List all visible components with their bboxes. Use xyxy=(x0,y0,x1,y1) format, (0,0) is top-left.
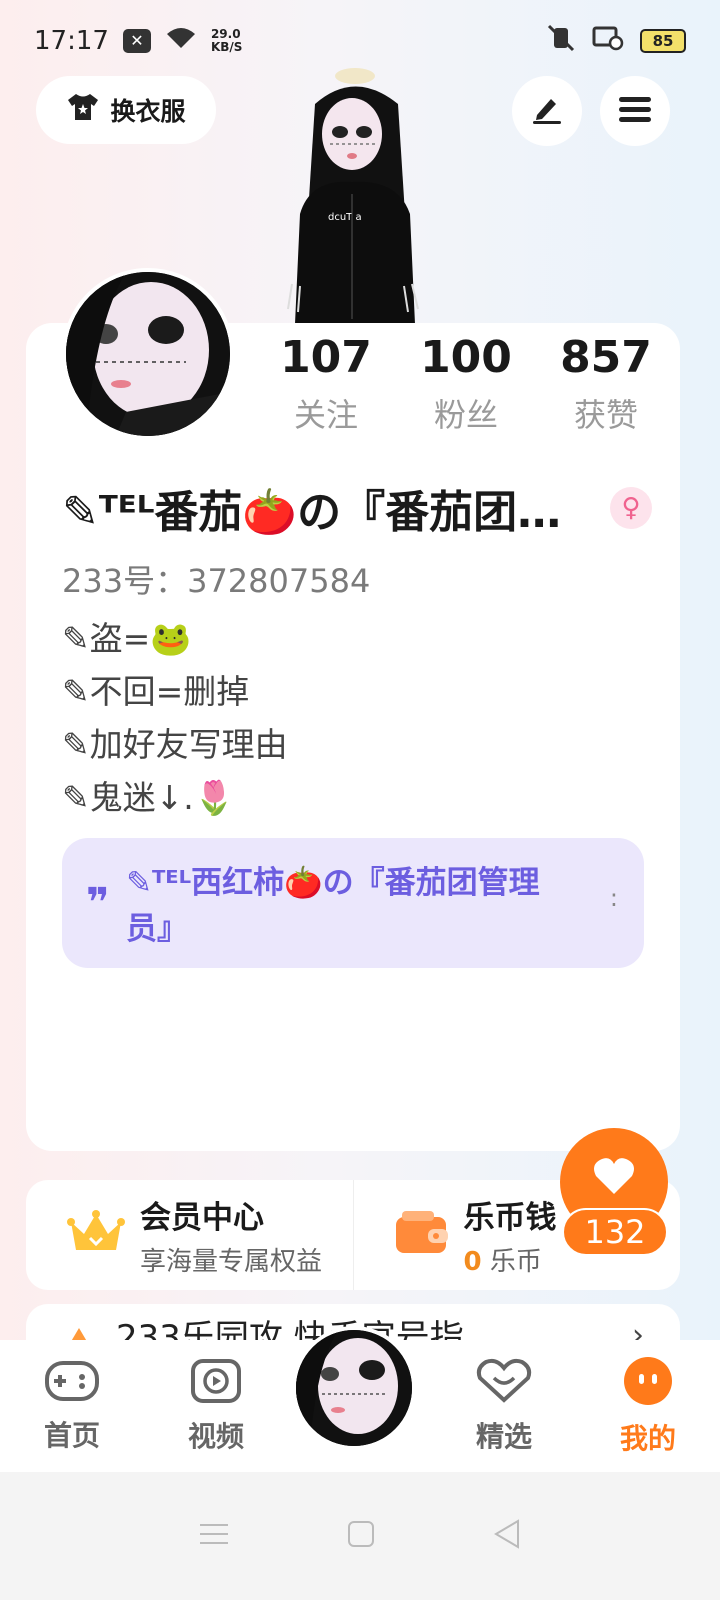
wifi-icon xyxy=(165,26,197,57)
back-triangle-icon[interactable] xyxy=(492,1518,522,1554)
system-nav-bar xyxy=(0,1472,720,1600)
stat-value: 100 xyxy=(420,332,512,383)
stat-label: 获赞 xyxy=(573,396,638,434)
gamepad-icon xyxy=(44,1359,100,1410)
stat-followers[interactable]: 100 粉丝 xyxy=(396,332,536,442)
member-subtitle: 享海量专属权益 xyxy=(140,1247,323,1277)
stat-value: 107 xyxy=(280,332,372,383)
heart-diamond-icon xyxy=(476,1358,532,1411)
member-center-entry[interactable]: 会员中心 享海量专属权益 xyxy=(26,1180,353,1290)
svg-text:dcuT a: dcuT a xyxy=(328,212,362,223)
pen-icon xyxy=(529,93,565,129)
nav-label: 我的 xyxy=(619,1421,676,1455)
video-play-icon xyxy=(190,1358,242,1411)
stat-value: 857 xyxy=(560,332,652,383)
colon-icon: : xyxy=(609,884,618,912)
avatar-character[interactable]: dcuT a xyxy=(280,64,430,329)
menu-button[interactable] xyxy=(600,76,670,146)
wallet-balance: 0 乐币 xyxy=(463,1247,542,1277)
female-gender-icon: ♀ xyxy=(610,487,652,529)
network-speed: 29.0 KB/S xyxy=(210,27,243,54)
nav-featured[interactable]: 精选 xyxy=(432,1340,576,1472)
recent-apps-icon[interactable] xyxy=(198,1520,230,1552)
stat-likes[interactable]: 857 获赞 xyxy=(536,332,676,442)
featured-quote[interactable]: ❞ ✎ᵀᴱᴸ西红柿🍅の『番茄团管理员』 : xyxy=(62,838,644,968)
profile-avatar[interactable] xyxy=(62,268,234,440)
nav-video[interactable]: 视频 xyxy=(144,1340,288,1472)
battery-indicator: 85 xyxy=(640,29,686,53)
nickname: ✎ᵀᴱᴸ番茄🍅の『番茄团… xyxy=(62,487,562,538)
member-title: 会员中心 xyxy=(140,1200,264,1236)
bio-line: ✎加好友写理由 xyxy=(62,725,288,764)
user-id[interactable]: 233号：372807584 xyxy=(62,556,370,602)
heart-icon xyxy=(592,1156,636,1200)
smiley-face-icon xyxy=(622,1356,674,1413)
hamburger-menu-icon xyxy=(618,94,652,128)
bio-line: ✎盗=🐸 xyxy=(62,619,192,658)
nav-center-avatar[interactable] xyxy=(292,1326,416,1450)
wallet-title: 乐币钱 xyxy=(463,1200,557,1236)
nav-mine[interactable]: 我的 xyxy=(576,1340,720,1472)
nav-label: 视频 xyxy=(187,1419,244,1453)
stat-label: 关注 xyxy=(293,396,358,434)
home-square-icon[interactable] xyxy=(346,1519,376,1553)
crown-icon xyxy=(66,1208,126,1262)
change-outfit-button[interactable]: 换衣服 xyxy=(36,76,216,144)
nickname-row: ✎ᵀᴱᴸ番茄🍅の『番茄团… ♀ xyxy=(62,476,652,540)
quote-text: ✎ᵀᴱᴸ西红柿🍅の『番茄团管理员』 xyxy=(126,865,540,947)
profile-stats: 107 关注 100 粉丝 857 获赞 xyxy=(256,332,676,442)
bio-line: ✎鬼迷↓.🌷 xyxy=(62,778,235,817)
nav-label: 精选 xyxy=(475,1419,532,1453)
profile-bio: ✎盗=🐸 ✎不回=删掉 ✎加好友写理由 ✎鬼迷↓.🌷 xyxy=(62,612,288,824)
nav-home[interactable]: 首页 xyxy=(0,1340,144,1472)
stat-label: 粉丝 xyxy=(433,396,498,434)
status-time: 17:17 xyxy=(34,26,109,56)
wallet-icon xyxy=(394,1209,450,1261)
quote-icon: ❞ xyxy=(86,880,110,926)
edit-button[interactable] xyxy=(512,76,582,146)
screen-icon xyxy=(592,25,624,58)
change-outfit-label: 换衣服 xyxy=(110,97,186,126)
bio-line: ✎不回=删掉 xyxy=(62,672,250,711)
notification-icon: ✕ xyxy=(122,29,151,53)
mute-icon xyxy=(546,24,576,59)
like-count: 132 xyxy=(562,1208,668,1256)
nav-label: 首页 xyxy=(43,1418,100,1452)
stat-following[interactable]: 107 关注 xyxy=(256,332,396,442)
tshirt-icon xyxy=(66,92,100,128)
